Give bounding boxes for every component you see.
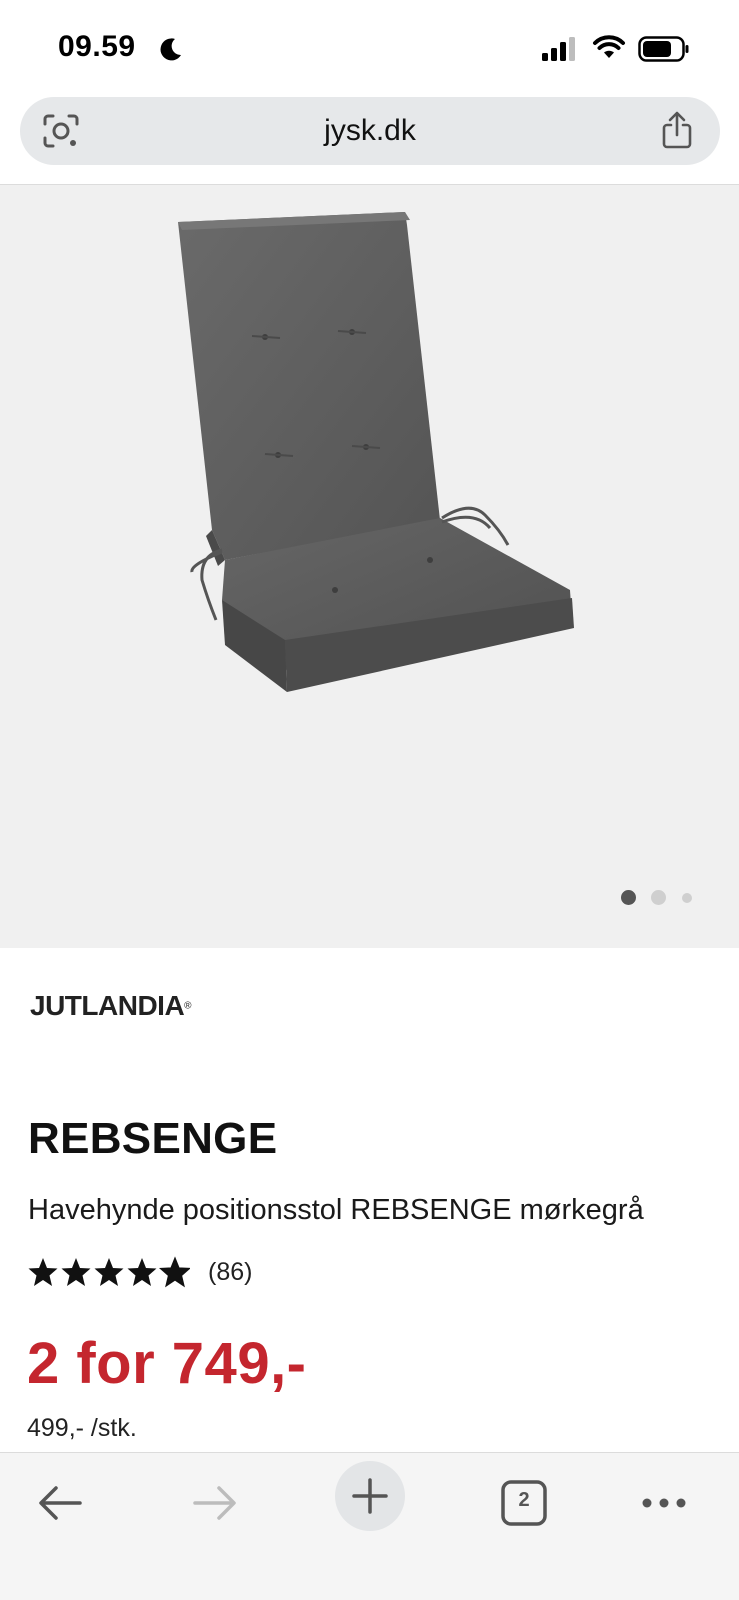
more-dots-icon <box>642 1498 686 1508</box>
gallery-dot-1[interactable] <box>621 890 636 905</box>
wifi-icon <box>593 35 625 58</box>
product-name: REBSENGE <box>28 1114 278 1163</box>
tabs-count: 2 <box>518 1489 530 1511</box>
url-text[interactable]: jysk.dk <box>20 114 720 148</box>
cellular-signal-icon <box>542 37 575 61</box>
gallery-dot-2[interactable] <box>651 890 666 905</box>
address-bar[interactable]: jysk.dk <box>20 97 720 165</box>
registered-mark-icon: ® <box>184 1000 192 1012</box>
plus-icon <box>352 1478 388 1514</box>
product-price: 2 for 749,- <box>27 1331 307 1396</box>
arrow-right-icon <box>193 1486 236 1520</box>
unit-price: 499,- /stk. <box>27 1414 137 1442</box>
more-button[interactable] <box>622 1461 706 1545</box>
arrow-left-icon <box>39 1486 82 1520</box>
gallery-pagination[interactable] <box>621 887 701 907</box>
status-bar: 09.59 <box>0 0 739 96</box>
product-description: Havehynde positionsstol REBSENGE mørkegr… <box>28 1194 644 1226</box>
review-count[interactable]: (86) <box>208 1258 252 1287</box>
status-time: 09.59 <box>58 30 136 63</box>
product-gallery[interactable] <box>0 185 739 948</box>
share-icon[interactable] <box>660 110 694 150</box>
battery-icon <box>638 36 689 62</box>
back-button[interactable] <box>18 1461 102 1545</box>
browser-toolbar: 2 <box>0 1452 739 1600</box>
moon-icon <box>160 38 181 61</box>
new-tab-button[interactable] <box>335 1461 405 1531</box>
product-image[interactable] <box>130 200 610 710</box>
forward-button[interactable] <box>173 1461 257 1545</box>
brand-logo[interactable]: JUTLANDIA® <box>30 990 200 1026</box>
gallery-dot-3[interactable] <box>682 893 692 903</box>
tabs-button[interactable]: 2 <box>482 1461 566 1545</box>
brand-text: JUTLANDIA <box>30 990 185 1021</box>
product-rating[interactable]: (86) <box>28 1254 252 1290</box>
star-rating-icon <box>28 1257 190 1287</box>
